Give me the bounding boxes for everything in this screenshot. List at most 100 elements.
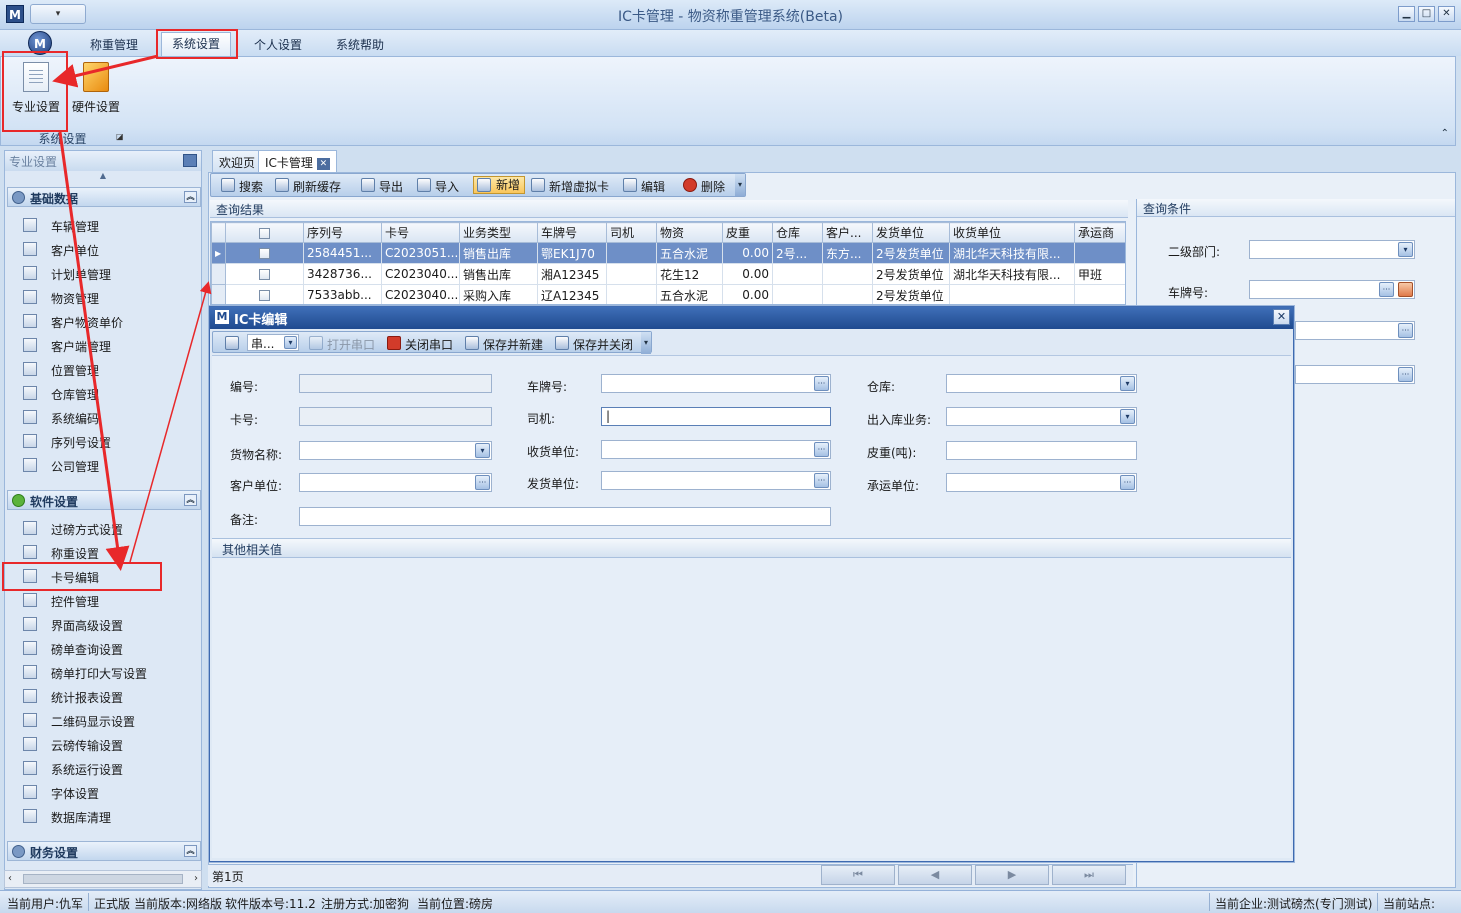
sidebar-item[interactable]: 序列号设置: [5, 429, 201, 453]
card-field[interactable]: [299, 407, 492, 426]
add-virtual-card-button[interactable]: 新增虚拟卡: [531, 178, 609, 195]
sidebar-item[interactable]: 称重设置: [5, 540, 201, 564]
chevron-down-icon[interactable]: ▾: [1120, 376, 1135, 391]
remark-field[interactable]: [299, 507, 831, 526]
first-page-button[interactable]: ⏮: [821, 865, 895, 885]
ellipsis-icon[interactable]: ···: [1379, 282, 1394, 297]
scroll-left-icon[interactable]: ‹: [8, 873, 12, 884]
table-row[interactable]: 3428736... C2023040... 销售出库 湘A12345 花生12 0.00…: [211, 263, 1125, 285]
sidebar-item[interactable]: 计划单管理: [5, 261, 201, 285]
sidebar-item[interactable]: 位置管理: [5, 357, 201, 381]
prev-page-button[interactable]: ◀: [898, 865, 972, 885]
last-page-button[interactable]: ⏭: [1052, 865, 1126, 885]
scroll-right-icon[interactable]: ›: [194, 873, 198, 884]
col-sender[interactable]: 发货单位: [872, 222, 950, 243]
driver-field[interactable]: |: [601, 407, 831, 426]
sidebar-item[interactable]: 数据库清理: [5, 804, 201, 828]
col-tare[interactable]: 皮重: [722, 222, 773, 243]
section-finance-settings[interactable]: 财务设置 ︽: [7, 841, 201, 861]
sidebar-item[interactable]: 云磅传输设置: [5, 732, 201, 756]
ellipsis-icon[interactable]: ···: [475, 475, 490, 490]
sidebar-item[interactable]: 磅单查询设置: [5, 636, 201, 660]
col-receiver[interactable]: 收货单位: [949, 222, 1075, 243]
sidebar-item[interactable]: 客户端管理: [5, 333, 201, 357]
menu-personal-settings[interactable]: 个人设置: [254, 36, 302, 53]
sidebar-item[interactable]: 系统运行设置: [5, 756, 201, 780]
collapse-icon[interactable]: ︽: [184, 494, 197, 506]
import-button[interactable]: 导入: [417, 178, 459, 195]
ellipsis-icon[interactable]: ···: [1398, 323, 1413, 338]
row-checkbox[interactable]: [225, 263, 304, 285]
col-serial[interactable]: 序列号: [303, 222, 382, 243]
inout-select[interactable]: ▾: [946, 407, 1137, 426]
carrier-field[interactable]: ···: [946, 473, 1137, 492]
table-row[interactable]: 7533abb... C2023040... 采购入库 辽A12345 五合水泥 0.00…: [211, 284, 1125, 304]
close-window-button[interactable]: ✕: [1438, 6, 1455, 22]
sidebar-item[interactable]: 过磅方式设置: [5, 516, 201, 540]
menu-weighing[interactable]: 称重管理: [90, 36, 138, 53]
row-checkbox[interactable]: [225, 242, 304, 264]
sidebar-item[interactable]: 物资管理: [5, 285, 201, 309]
query-plate-input[interactable]: ···: [1249, 280, 1415, 299]
toolbar-overflow-icon[interactable]: ▾: [735, 174, 745, 196]
sidebar-item[interactable]: 磅单打印大写设置: [5, 660, 201, 684]
col-biz-type[interactable]: 业务类型: [459, 222, 538, 243]
ellipsis-icon[interactable]: ···: [814, 473, 829, 488]
group-launcher-icon[interactable]: ◪: [116, 132, 124, 141]
chevron-down-icon[interactable]: ▾: [475, 443, 490, 458]
col-customer[interactable]: 客户...: [822, 222, 873, 243]
sidebar-item[interactable]: 客户物资单价: [5, 309, 201, 333]
sender-field[interactable]: ···: [601, 471, 831, 490]
col-goods[interactable]: 物资: [656, 222, 723, 243]
code-field[interactable]: [299, 374, 492, 393]
hardware-settings-button[interactable]: 硬件设置: [68, 62, 124, 122]
save-and-close-button[interactable]: 保存并关闭: [555, 336, 633, 353]
sidebar-item[interactable]: 统计报表设置: [5, 684, 201, 708]
menu-system-help[interactable]: 系统帮助: [336, 36, 384, 53]
col-driver[interactable]: 司机: [606, 222, 657, 243]
tare-field[interactable]: [946, 441, 1137, 460]
add-button[interactable]: 新增: [473, 176, 526, 194]
query-field-4[interactable]: ···: [1295, 365, 1415, 384]
ribbon-collapse-icon[interactable]: ⌃: [1441, 128, 1449, 139]
sidebar-item[interactable]: 字体设置: [5, 780, 201, 804]
plate-field[interactable]: ···: [601, 374, 831, 393]
col-carrier[interactable]: 承运商: [1074, 222, 1125, 243]
minimize-button[interactable]: ▁: [1398, 6, 1415, 22]
port-select[interactable]: 串... ▾: [247, 334, 299, 351]
close-port-button[interactable]: 关闭串口: [387, 336, 453, 353]
delete-button[interactable]: 删除: [683, 178, 725, 195]
sidebar-item[interactable]: 系统编码: [5, 405, 201, 429]
ellipsis-icon[interactable]: ···: [1398, 367, 1413, 382]
scroll-thumb[interactable]: [23, 874, 183, 884]
chevron-down-icon[interactable]: ▾: [1120, 409, 1135, 424]
maximize-button[interactable]: □: [1418, 6, 1435, 22]
close-tab-icon[interactable]: ✕: [316, 157, 330, 170]
pin-icon[interactable]: [183, 154, 197, 167]
sidebar-item[interactable]: 控件管理: [5, 588, 201, 612]
scroll-up-icon[interactable]: ▲: [5, 171, 201, 183]
open-port-button[interactable]: 打开串口: [309, 336, 375, 353]
chevron-down-icon[interactable]: ▾: [1398, 242, 1413, 257]
sidebar-item[interactable]: 二维码显示设置: [5, 708, 201, 732]
tab-ic-card[interactable]: IC卡管理 ✕: [258, 150, 337, 172]
search-button[interactable]: 搜索: [221, 178, 263, 195]
goods-select[interactable]: ▾: [299, 441, 492, 460]
receiver-field[interactable]: ···: [601, 440, 831, 459]
col-card[interactable]: 卡号: [381, 222, 460, 243]
collapse-icon[interactable]: ︽: [184, 191, 197, 203]
sidebar-hscrollbar[interactable]: ‹ ›: [4, 870, 202, 888]
next-page-button[interactable]: ▶: [975, 865, 1049, 885]
row-checkbox[interactable]: [225, 284, 304, 304]
col-warehouse[interactable]: 仓库: [772, 222, 823, 243]
dialog-close-button[interactable]: ✕: [1273, 309, 1290, 325]
query-dept-select[interactable]: ▾: [1249, 240, 1415, 259]
col-plate[interactable]: 车牌号: [537, 222, 607, 243]
toolbar-overflow-icon[interactable]: ▾: [641, 332, 651, 354]
edit-button[interactable]: 编辑: [623, 178, 665, 195]
sidebar-item[interactable]: 客户单位: [5, 237, 201, 261]
ellipsis-icon[interactable]: ···: [814, 376, 829, 391]
dialog-title-bar[interactable]: M IC卡编辑 ✕: [210, 307, 1293, 329]
sidebar-item[interactable]: 仓库管理: [5, 381, 201, 405]
section-basic-data[interactable]: 基础数据 ︽: [7, 187, 201, 207]
